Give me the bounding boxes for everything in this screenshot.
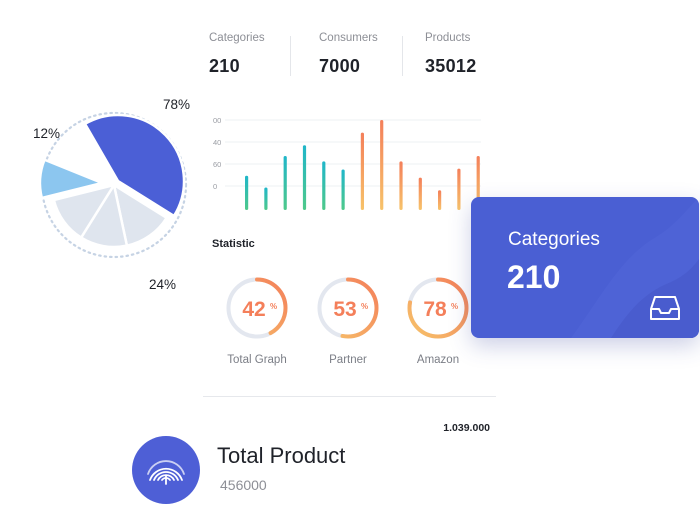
bar-chart: 00 40 60 0 [213,116,481,210]
categories-card[interactable]: Categories 210 [471,197,699,338]
divider [203,396,496,397]
bar [399,161,403,210]
stat-categories[interactable]: Categories 210 [209,32,265,77]
y-tick-label: 00 [213,116,221,125]
bar [380,120,384,210]
ring-unit: % [451,302,458,311]
stat-label: Consumers [319,32,378,44]
stat-value: 7000 [319,56,361,76]
bar [322,161,326,210]
y-tick-label: 60 [213,160,221,169]
y-tick-label: 0 [213,182,217,191]
product-title: Total Product [217,443,346,468]
stat-divider [402,36,403,76]
pie-label-small: 12% [33,126,61,141]
stat-value: 210 [209,56,240,76]
inbox-icon[interactable] [649,295,681,321]
stat-consumers[interactable]: Consumers 7000 [319,32,378,77]
stat-label: Categories [209,32,265,44]
bar [438,190,442,210]
ring-value: 53 [333,298,356,321]
bar [264,187,268,210]
product-avatar[interactable] [132,436,200,504]
y-tick-label: 40 [213,138,221,147]
ring-label-partner: Partner [329,354,367,366]
product-value: 456000 [220,477,267,493]
bar [341,169,345,210]
stat-value: 35012 [425,56,477,76]
bar [457,168,461,210]
bar [360,132,364,210]
bar [245,175,249,210]
card-value: 210 [507,259,561,295]
ring-unit: % [361,302,368,311]
amount-value: 1.039.000 [443,422,490,434]
bar [283,156,287,210]
fingerprint-icon [147,460,185,485]
ring-label-amazon: Amazon [416,354,460,366]
bar [302,145,307,210]
card-label: Categories [508,229,600,250]
stat-label: Products [425,32,471,44]
dashboard-showcase: Categories 210 Consumers 7000 Products 3… [0,0,700,525]
bar [418,177,422,210]
ring-unit: % [270,302,277,311]
statistic-rings: 42% 53% 78% [226,277,469,339]
ring-value: 78 [423,298,447,321]
stat-divider [290,36,291,76]
statistic-title: Statistic [212,238,255,250]
ring-value: 42 [242,298,265,321]
stat-products[interactable]: Products 35012 [425,32,477,77]
pie-label-large: 78% [163,97,191,112]
ring-label-total-graph: Total Graph [227,354,287,366]
pie-label-mid: 24% [149,277,177,292]
